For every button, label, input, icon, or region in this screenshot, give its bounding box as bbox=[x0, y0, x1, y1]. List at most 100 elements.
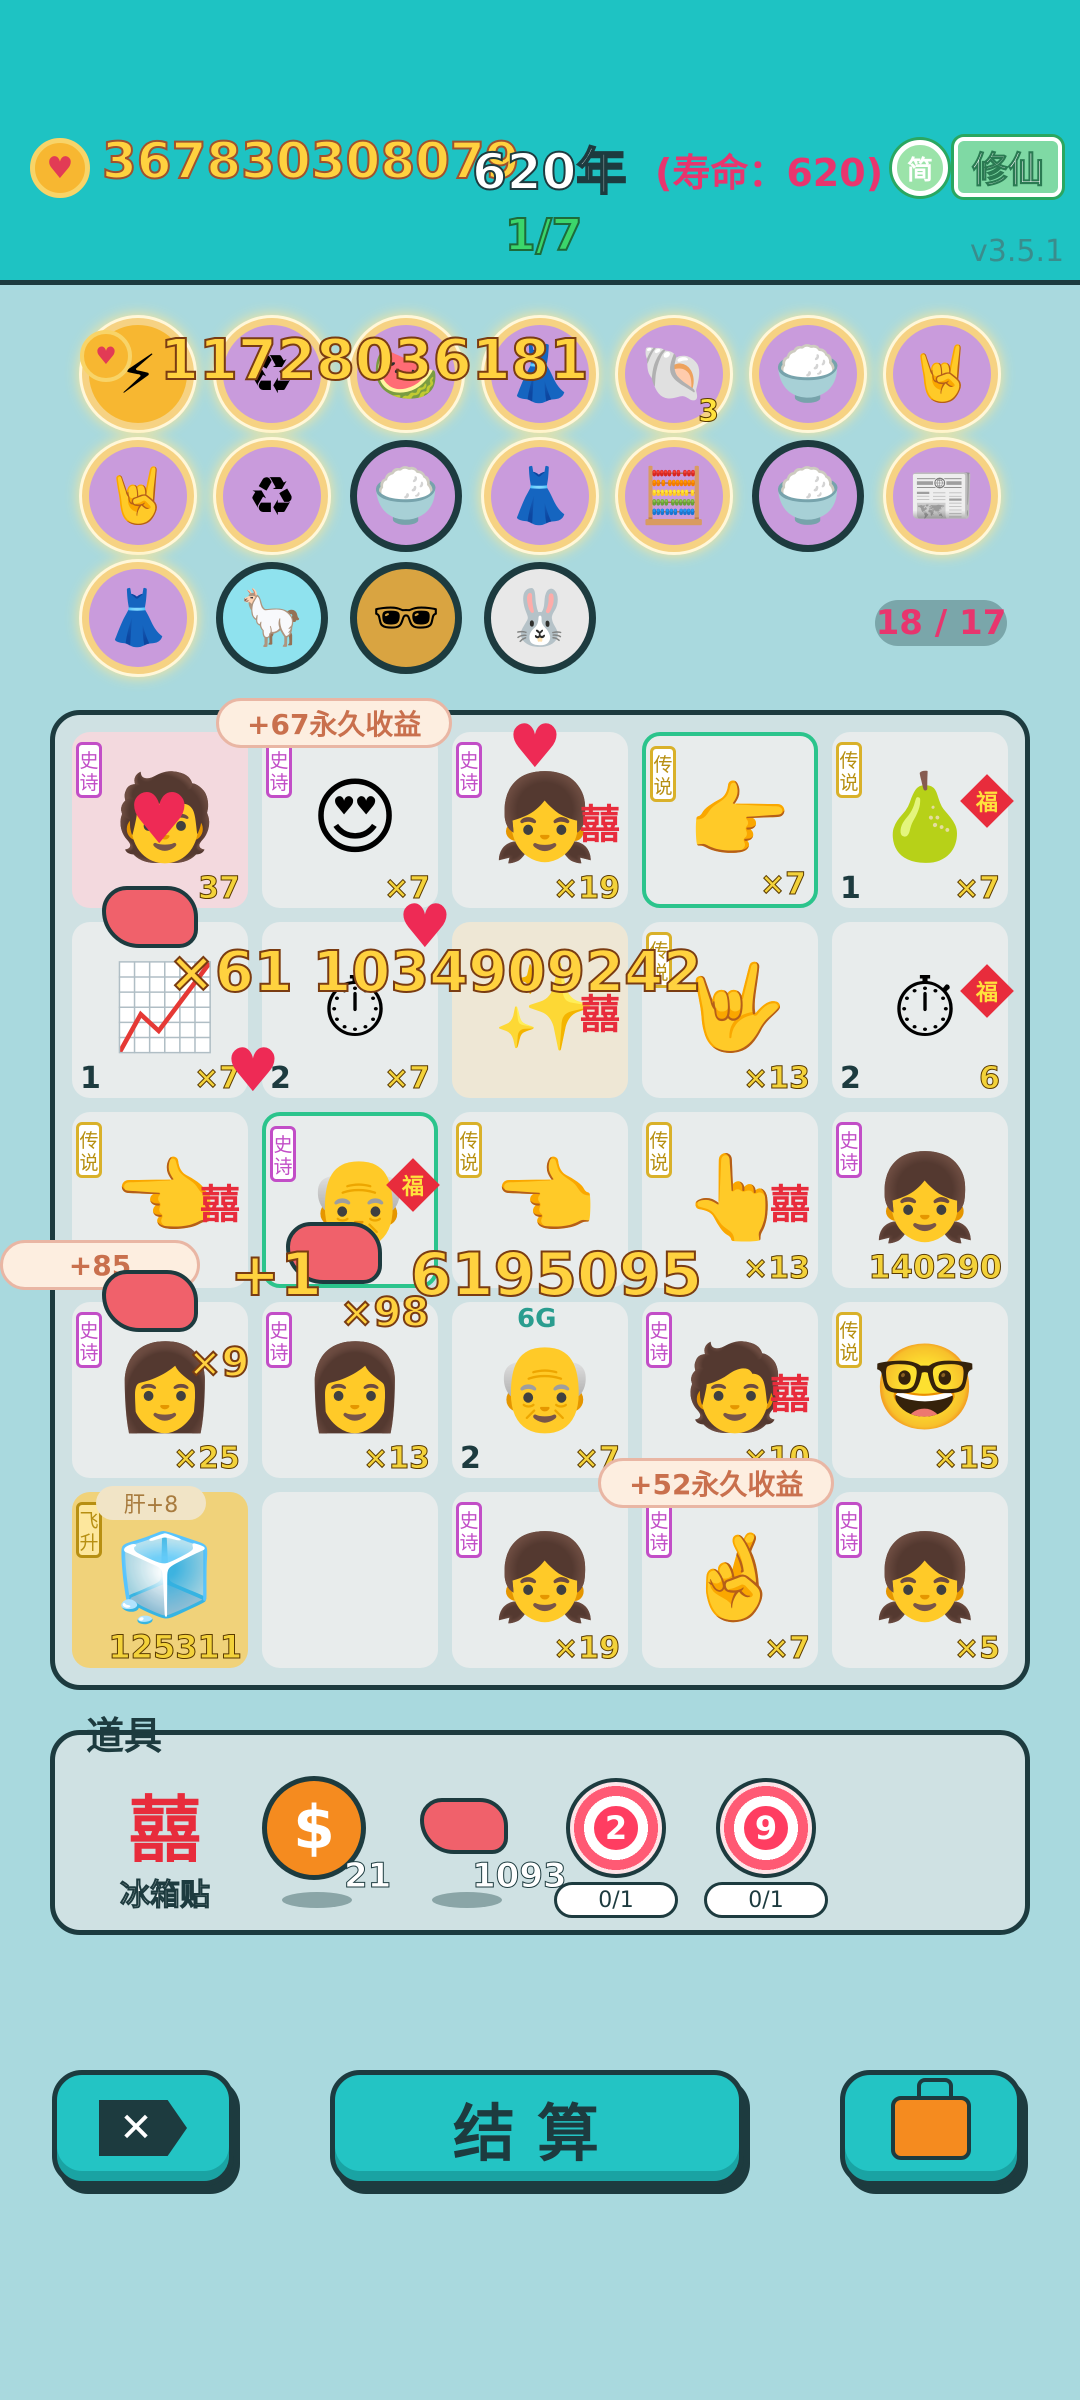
coin-icon: ♥ bbox=[80, 330, 132, 382]
double-happiness-icon: 囍 bbox=[770, 1372, 810, 1418]
gray-pointing-hand-icon: 🤞 bbox=[682, 1527, 788, 1626]
rock-hand-badge[interactable]: 🤘 bbox=[82, 440, 194, 552]
rarity-tag: 传说 bbox=[646, 1122, 672, 1178]
income-bubble: +52永久收益 bbox=[598, 1458, 835, 1508]
board-cell[interactable]: 史诗 🧑 囍 ×10 bbox=[642, 1302, 818, 1478]
cell-multiplier: ×13 bbox=[363, 1441, 431, 1477]
target-prop[interactable]: 9 bbox=[716, 1778, 816, 1878]
board-cell[interactable]: 传说 🍐 福 1 ×7 bbox=[832, 732, 1014, 908]
double-happiness-icon: 囍 bbox=[580, 802, 620, 848]
board-cell[interactable]: 飞升 肝+8 🧊 125311 bbox=[72, 1486, 248, 1668]
cell-multiplier: ×7 bbox=[763, 1631, 810, 1667]
double-happiness-icon: 囍 bbox=[128, 1788, 201, 1872]
board-cell-empty[interactable] bbox=[262, 1492, 438, 1668]
board-cell[interactable]: 史诗 👧 ×19 bbox=[452, 1492, 628, 1668]
board-cell[interactable]: 传说 🤓 ×15 bbox=[832, 1302, 1008, 1478]
alpaca-badge[interactable]: 🦙 bbox=[216, 562, 328, 674]
cell-level: 2 bbox=[460, 1441, 481, 1476]
props-title: 道具 bbox=[86, 1714, 163, 1758]
round-progress: 1/7 bbox=[504, 209, 583, 262]
board-cell[interactable]: 史诗 👧 140290 bbox=[832, 1112, 1008, 1288]
cell-multiplier: ×25 bbox=[173, 1441, 241, 1477]
recycle-badge[interactable]: ♻ bbox=[216, 440, 328, 552]
fridge-icon: 🧊 bbox=[112, 1527, 218, 1626]
bald-man-glasses-icon: 🤓 bbox=[872, 1337, 978, 1436]
cell-level: 1 bbox=[80, 1061, 101, 1096]
rabbit-badge[interactable]: 🐰 bbox=[484, 562, 596, 674]
rarity-tag: 传说 bbox=[836, 742, 862, 798]
coin-icon: ♥ bbox=[30, 138, 90, 198]
heart-icon: ♥ bbox=[226, 1036, 280, 1106]
time-magazine-badge[interactable]: 📰 bbox=[886, 440, 998, 552]
liver-prop[interactable] bbox=[420, 1798, 508, 1854]
rarity-tag: 史诗 bbox=[270, 1126, 296, 1182]
floating-gain: ×61 1034909242 bbox=[167, 939, 703, 1006]
shell-badge[interactable]: 🐚 3 bbox=[618, 318, 730, 430]
coin-balance: 367830308079 bbox=[101, 131, 520, 191]
cell-multiplier: ×19 bbox=[553, 871, 621, 907]
braided-girl-icon: 👧 bbox=[492, 1527, 598, 1626]
cell-level: 2 bbox=[840, 1061, 861, 1096]
rarity-tag: 史诗 bbox=[836, 1122, 862, 1178]
settle-button[interactable]: 结算 bbox=[330, 2070, 744, 2186]
board-cell[interactable]: ⏱ 福 2 6 bbox=[832, 922, 1014, 1098]
cell-value: 125311 bbox=[108, 1628, 243, 1667]
target-number: 2 bbox=[590, 1802, 642, 1854]
target-progress: 0/1 bbox=[554, 1882, 678, 1918]
rarity-tag: 传说 bbox=[456, 1122, 482, 1178]
skirt-badge[interactable]: 👗 bbox=[484, 440, 596, 552]
stopwatch-icon: ⏱ bbox=[892, 957, 958, 1056]
floating-multiplier: ×98 bbox=[339, 1289, 430, 1337]
shell-count: 3 bbox=[698, 394, 720, 430]
rarity-tag: 史诗 bbox=[76, 742, 102, 798]
heart-icon: ♥ bbox=[128, 778, 191, 860]
cell-multiplier: ×15 bbox=[933, 1441, 1001, 1477]
rock-hand-badge[interactable]: 🤘 bbox=[886, 318, 998, 430]
xiuxian-button[interactable]: 修仙 bbox=[954, 137, 1062, 197]
rarity-tag: 传说 bbox=[836, 1312, 862, 1368]
cell-multiplier: 37 bbox=[198, 871, 241, 907]
simplified-toggle-button[interactable]: 简 bbox=[892, 140, 948, 196]
bag-button[interactable] bbox=[840, 2070, 1022, 2186]
liver-icon bbox=[102, 1270, 198, 1332]
durian-sunglasses-badge[interactable]: 🕶 bbox=[350, 562, 462, 674]
board-cell[interactable]: 史诗 🤞 ×7 bbox=[642, 1492, 818, 1668]
briefcase-icon bbox=[891, 2078, 971, 2160]
floating-gain: 6195095 bbox=[409, 1239, 703, 1311]
income-bubble: +67永久收益 bbox=[216, 698, 453, 748]
delete-button[interactable]: ✕ bbox=[52, 2070, 234, 2186]
prop-shadow bbox=[282, 1892, 352, 1908]
cell-multiplier: ×19 bbox=[553, 1631, 621, 1667]
cell-multiplier: ×5 bbox=[953, 1631, 1000, 1667]
rarity-tag: 传说 bbox=[650, 746, 676, 802]
fridge-magnet-prop[interactable]: 囍 冰箱贴 bbox=[115, 1790, 215, 1914]
board-cell[interactable]: 史诗 👧 ×5 bbox=[832, 1492, 1008, 1668]
cell-multiplier: ×13 bbox=[743, 1251, 811, 1287]
rice-bowls-badge[interactable]: 🍚 bbox=[350, 440, 462, 552]
rice-bowls-badge[interactable]: 🍚 bbox=[752, 318, 864, 430]
liver-icon bbox=[102, 886, 198, 948]
top-status-bar: ♥ 367830308079 620年 (寿命：620) 简 修仙 1/7 v3… bbox=[0, 0, 1080, 285]
floating-coin-gain: 11728036181 bbox=[159, 327, 590, 394]
math-face-badge[interactable]: 🧮 bbox=[618, 440, 730, 552]
cell-value: 140290 bbox=[868, 1248, 1003, 1287]
target-number: 9 bbox=[740, 1802, 792, 1854]
close-icon: ✕ bbox=[99, 2100, 187, 2156]
pointing-hand-icon: 👉 bbox=[686, 771, 792, 870]
heart-icon: ♥ bbox=[508, 712, 562, 782]
braided-girl-icon: 👧 bbox=[872, 1147, 978, 1246]
rarity-tag: 史诗 bbox=[456, 742, 482, 798]
rarity-tag: 史诗 bbox=[456, 1502, 482, 1558]
slot-counter: 18 / 17 bbox=[875, 600, 1007, 646]
board-cell-selected[interactable]: 传说 👉 ×7 bbox=[642, 732, 818, 908]
rice-bowls-badge[interactable]: 🍚 bbox=[752, 440, 864, 552]
double-happiness-icon: 囍 bbox=[200, 1182, 240, 1228]
version-label: v3.5.1 bbox=[970, 234, 1065, 269]
rarity-tag: 史诗 bbox=[646, 1502, 672, 1558]
braided-girl-icon: 👧 bbox=[872, 1527, 978, 1626]
rarity-tag: 史诗 bbox=[266, 742, 292, 798]
board-cell[interactable]: 史诗 😍 ×7 bbox=[262, 732, 438, 908]
rarity-tag: 史诗 bbox=[836, 1502, 862, 1558]
target-prop[interactable]: 2 bbox=[566, 1778, 666, 1878]
skirt-badge[interactable]: 👗 bbox=[82, 562, 194, 674]
